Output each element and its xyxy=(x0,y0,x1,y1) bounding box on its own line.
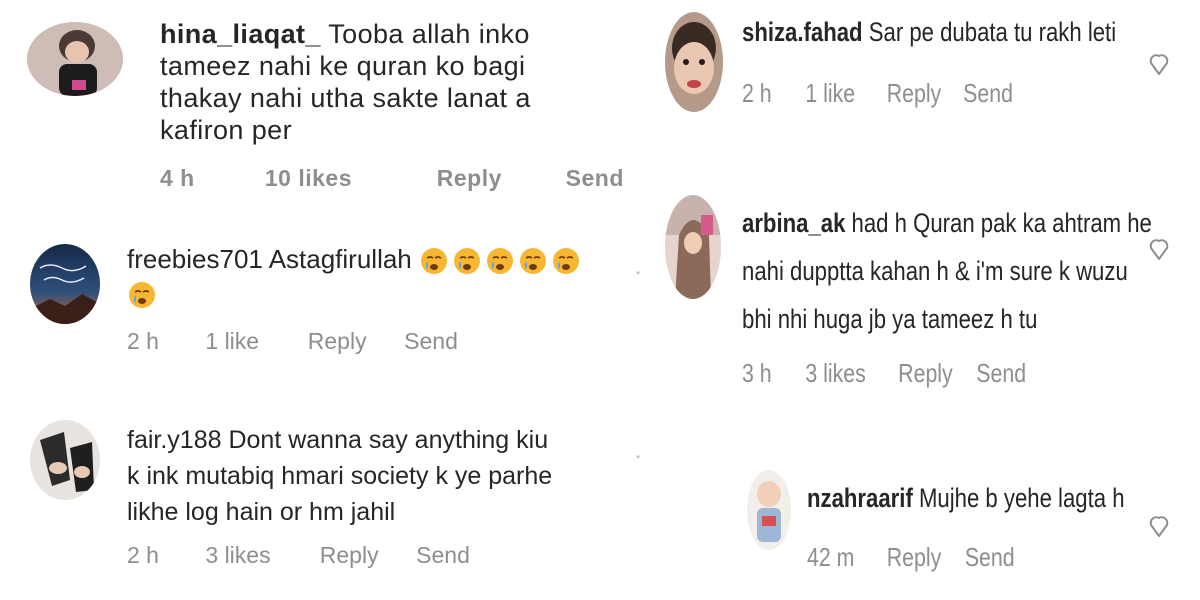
likes-count[interactable]: 3 likes xyxy=(805,358,892,389)
send-button[interactable]: Send xyxy=(404,328,458,355)
send-button[interactable]: Send xyxy=(965,542,1015,573)
likes-count[interactable]: 1 like xyxy=(805,78,880,109)
user-avatar-image xyxy=(30,420,100,500)
avatar[interactable] xyxy=(665,195,721,299)
comment-time: 4 h xyxy=(160,165,195,191)
comment-freebies701: freebies701 Astagfirullah 2 h 1 like Rep… xyxy=(0,230,640,380)
crying-face-icon xyxy=(551,246,581,276)
comment-time: 3 h xyxy=(742,358,772,388)
comment-meta: 2 h 3 likes Reply Send xyxy=(127,542,470,569)
comment-text: fair.y188 Dont wanna say anything kiu k … xyxy=(127,422,552,530)
comment-text: freebies701 Astagfirullah xyxy=(127,242,617,310)
heart-outline-icon[interactable] xyxy=(1148,235,1170,266)
comment-line: Dont wanna say anything kiu xyxy=(228,426,549,454)
comment-line: Tooba allah inko xyxy=(328,19,530,49)
user-avatar-image xyxy=(747,470,791,550)
comment-arbina-ak: arbina_ak had h Quran pak ka ahtram he n… xyxy=(655,185,1200,415)
comment-time: 2 h xyxy=(127,542,159,568)
like-edge-mark: • xyxy=(636,266,640,280)
likes-count[interactable]: 10 likes xyxy=(265,165,430,192)
user-avatar-image xyxy=(665,195,721,299)
send-button[interactable]: Send xyxy=(963,78,1013,109)
comment-meta: 3 h 3 likes Reply Send xyxy=(742,358,1026,389)
comment-meta: 2 h 1 like Reply Send xyxy=(127,328,458,355)
left-comments-panel: hina_liaqat_ Tooba allah inko tameez nah… xyxy=(0,0,640,600)
send-button[interactable]: Send xyxy=(566,165,624,192)
reply-button[interactable]: Reply xyxy=(898,358,970,389)
comment-body: Mujhe b yehe lagta h xyxy=(918,483,1125,513)
avatar[interactable] xyxy=(30,244,100,324)
user-avatar-image xyxy=(665,12,723,112)
user-avatar-image xyxy=(30,244,100,324)
comment-username[interactable]: fair.y188 xyxy=(127,426,222,454)
avatar[interactable] xyxy=(665,12,723,112)
comment-hina-liaqat: hina_liaqat_ Tooba allah inko tameez nah… xyxy=(0,0,640,200)
comment-body: Sar pe dubata tu rakh leti xyxy=(868,17,1117,47)
like-edge-mark: • xyxy=(636,450,640,464)
heart-outline-icon[interactable] xyxy=(1148,50,1170,81)
reply-button[interactable]: Reply xyxy=(320,542,410,569)
likes-count[interactable]: 1 like xyxy=(205,328,301,355)
comment-username[interactable]: freebies701 xyxy=(127,244,263,274)
comment-text: hina_liaqat_ Tooba allah inko tameez nah… xyxy=(160,18,531,146)
comment-text: arbina_ak had h Quran pak ka ahtram he n… xyxy=(742,199,1152,343)
reply-button[interactable]: Reply xyxy=(887,542,959,573)
send-button[interactable]: Send xyxy=(976,358,1026,389)
user-avatar-image xyxy=(27,22,123,96)
comment-time: 2 h xyxy=(742,78,772,108)
avatar[interactable] xyxy=(30,420,100,500)
comment-text: nzahraarif Mujhe b yehe lagta h xyxy=(807,480,1125,516)
crying-face-icon xyxy=(419,246,449,276)
comment-line: had h Quran pak ka ahtram he xyxy=(851,208,1152,238)
comment-line: likhe log hain or hm jahil xyxy=(127,498,396,526)
reply-button[interactable]: Reply xyxy=(437,165,559,192)
right-comments-panel: shiza.fahad Sar pe dubata tu rakh leti 2… xyxy=(655,0,1200,600)
crying-face-icon xyxy=(127,280,157,310)
comment-username[interactable]: shiza.fahad xyxy=(742,17,863,47)
crying-face-icon xyxy=(485,246,515,276)
comment-username[interactable]: hina_liaqat_ xyxy=(160,19,321,49)
comment-time: 2 h xyxy=(127,328,159,354)
avatar[interactable] xyxy=(27,22,123,96)
comment-username[interactable]: nzahraarif xyxy=(807,483,913,513)
reply-button[interactable]: Reply xyxy=(308,328,398,355)
heart-outline-icon[interactable] xyxy=(1148,512,1170,543)
comment-line: bhi nhi huga jb ya tameez h tu xyxy=(742,304,1038,334)
reply-button[interactable]: Reply xyxy=(887,78,958,109)
comment-line: kafiron per xyxy=(160,115,292,145)
likes-count[interactable]: 3 likes xyxy=(205,542,313,569)
crying-face-icon xyxy=(518,246,548,276)
comment-text: shiza.fahad Sar pe dubata tu rakh leti xyxy=(742,14,1116,50)
comment-body: Astagfirullah xyxy=(268,244,412,274)
comment-line: k ink mutabiq hmari society k ye parhe xyxy=(127,462,553,490)
comment-line: nahi dupptta kahan h & i'm sure k wuzu xyxy=(742,256,1128,286)
comment-time: 42 m xyxy=(807,542,855,572)
comment-line: tameez nahi ke quran ko bagi xyxy=(160,51,526,81)
comment-line: thakay nahi utha sakte lanat a xyxy=(160,83,531,113)
comment-fair-y188: fair.y188 Dont wanna say anything kiu k … xyxy=(0,410,640,600)
comment-shiza-fahad: shiza.fahad Sar pe dubata tu rakh leti 2… xyxy=(655,0,1200,150)
send-button[interactable]: Send xyxy=(416,542,470,569)
avatar[interactable] xyxy=(747,470,791,550)
comment-username[interactable]: arbina_ak xyxy=(742,208,845,238)
comment-meta: 2 h 1 like Reply Send xyxy=(742,78,1013,109)
comment-meta: 4 h 10 likes Reply Send xyxy=(160,165,624,192)
crying-face-icon xyxy=(452,246,482,276)
comment-meta: 42 m Reply Send xyxy=(807,542,1015,573)
comment-nzahraarif: nzahraarif Mujhe b yehe lagta h 42 m Rep… xyxy=(655,460,1200,600)
